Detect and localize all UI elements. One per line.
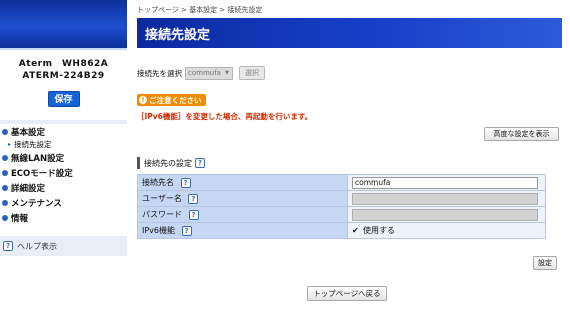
connection-settings-table: 接続先名 ? commufa ユーザー名 ? パスワード ? IPv6機能 ?: [137, 174, 546, 239]
section-title: 接続先の設定 ?: [137, 157, 205, 169]
sidebar-item-info[interactable]: 情報: [0, 210, 127, 225]
save-button[interactable]: 保存: [47, 91, 80, 107]
arrow-right-icon: ▸: [8, 141, 12, 148]
connection-name-input[interactable]: commufa: [352, 176, 538, 189]
field-label-text: ユーザー名: [142, 193, 182, 203]
sidebar: Aterm WH862A ATERM-224B29 保存 基本設定 ▸ 接続先設…: [0, 0, 127, 317]
bullet-icon: [2, 214, 8, 221]
caution-text: ［IPv6機能］を変更した場合、再起動を行います。: [137, 112, 313, 121]
table-row: ユーザー名 ?: [137, 190, 546, 207]
bullet-icon: [2, 169, 8, 176]
sidebar-item-advanced[interactable]: 詳細設定: [0, 180, 127, 195]
bullet-icon: [2, 154, 8, 161]
help-icon[interactable]: ?: [188, 210, 199, 221]
field-cell: ✔ 使用する: [347, 222, 546, 239]
table-row: 接続先名 ? commufa: [137, 174, 546, 191]
sidebar-subitem-label: 接続先設定: [14, 140, 52, 149]
password-input[interactable]: [352, 208, 538, 221]
help-icon[interactable]: ?: [180, 178, 191, 189]
connection-select[interactable]: commufa ▼: [185, 66, 233, 80]
sidebar-header-banner: [0, 0, 127, 48]
connection-select-label: 接続先を選択: [137, 68, 182, 78]
help-label: ヘルプ表示: [17, 241, 57, 251]
bullet-icon: [2, 184, 8, 191]
table-row: IPv6機能 ? ✔ 使用する: [137, 222, 546, 239]
back-to-top-button[interactable]: トップページへ戻る: [307, 286, 387, 301]
device-name: ATERM-224B29: [22, 71, 105, 81]
field-label-ipv6: IPv6機能 ?: [137, 222, 348, 239]
field-label-text: IPv6機能: [142, 225, 176, 235]
select-button[interactable]: 選択: [239, 66, 265, 80]
sidebar-item-wireless-lan[interactable]: 無線LAN設定: [0, 150, 127, 165]
sidebar-item-label: 詳細設定: [11, 183, 46, 194]
field-label-text: パスワード: [142, 209, 182, 219]
bullet-icon: [2, 199, 8, 206]
help-icon[interactable]: ?: [188, 194, 199, 205]
caution-badge: ! ご注意ください: [137, 94, 206, 106]
table-row: パスワード ?: [137, 206, 546, 223]
sidebar-item-label: 無線LAN設定: [11, 153, 65, 164]
show-advanced-settings-button[interactable]: 高度な設定を表示: [484, 127, 559, 141]
sidebar-nav: 基本設定 ▸ 接続先設定 無線LAN設定 ECOモード設定 詳細設定 メンテナン…: [0, 120, 127, 225]
ipv6-checkbox-label: 使用する: [363, 226, 395, 235]
help-icon[interactable]: ?: [181, 226, 192, 237]
chevron-down-icon: ▼: [225, 70, 229, 76]
ipv6-enable-checkbox[interactable]: ✔ 使用する: [352, 225, 395, 236]
section-title-label: 接続先の設定: [144, 158, 192, 168]
sidebar-item-maintenance[interactable]: メンテナンス: [0, 195, 127, 210]
checkmark-icon: ✔: [352, 225, 359, 235]
help-display-link[interactable]: ? ヘルプ表示: [0, 236, 127, 256]
caution-badge-label: ご注意ください: [149, 95, 202, 105]
field-label-password: パスワード ?: [137, 206, 348, 223]
field-label-username: ユーザー名 ?: [137, 190, 348, 207]
username-input[interactable]: [352, 192, 538, 205]
field-cell: [347, 206, 546, 223]
breadcrumb: トップページ > 基本設定 > 接続先設定: [137, 6, 263, 14]
exclamation-icon: !: [139, 96, 147, 104]
sidebar-item-label: ECOモード設定: [11, 168, 73, 179]
field-label-text: 接続先名: [142, 177, 174, 187]
page-title: 接続先設定: [145, 27, 211, 43]
help-icon[interactable]: ?: [195, 158, 205, 168]
field-label-connection-name: 接続先名 ?: [137, 174, 348, 191]
model-name: Aterm WH862A: [18, 59, 109, 69]
sidebar-item-basic-settings[interactable]: 基本設定: [0, 124, 127, 139]
field-cell: [347, 190, 546, 207]
field-cell: commufa: [347, 174, 546, 191]
connection-select-value: commufa: [188, 69, 221, 77]
sidebar-item-label: 基本設定: [11, 127, 46, 138]
bullet-icon: [2, 128, 8, 135]
help-icon: ?: [3, 241, 13, 251]
sidebar-item-label: メンテナンス: [11, 198, 62, 209]
connection-select-row: 接続先を選択 commufa ▼ 選択: [137, 66, 265, 80]
model-panel: Aterm WH862A ATERM-224B29 保存: [0, 48, 127, 120]
apply-settings-button[interactable]: 設定: [533, 256, 557, 270]
sidebar-subitem-connection[interactable]: ▸ 接続先設定: [0, 139, 127, 150]
sidebar-item-label: 情報: [11, 213, 29, 224]
page-title-bar: 接続先設定: [137, 18, 562, 48]
sidebar-item-eco-mode[interactable]: ECOモード設定: [0, 165, 127, 180]
